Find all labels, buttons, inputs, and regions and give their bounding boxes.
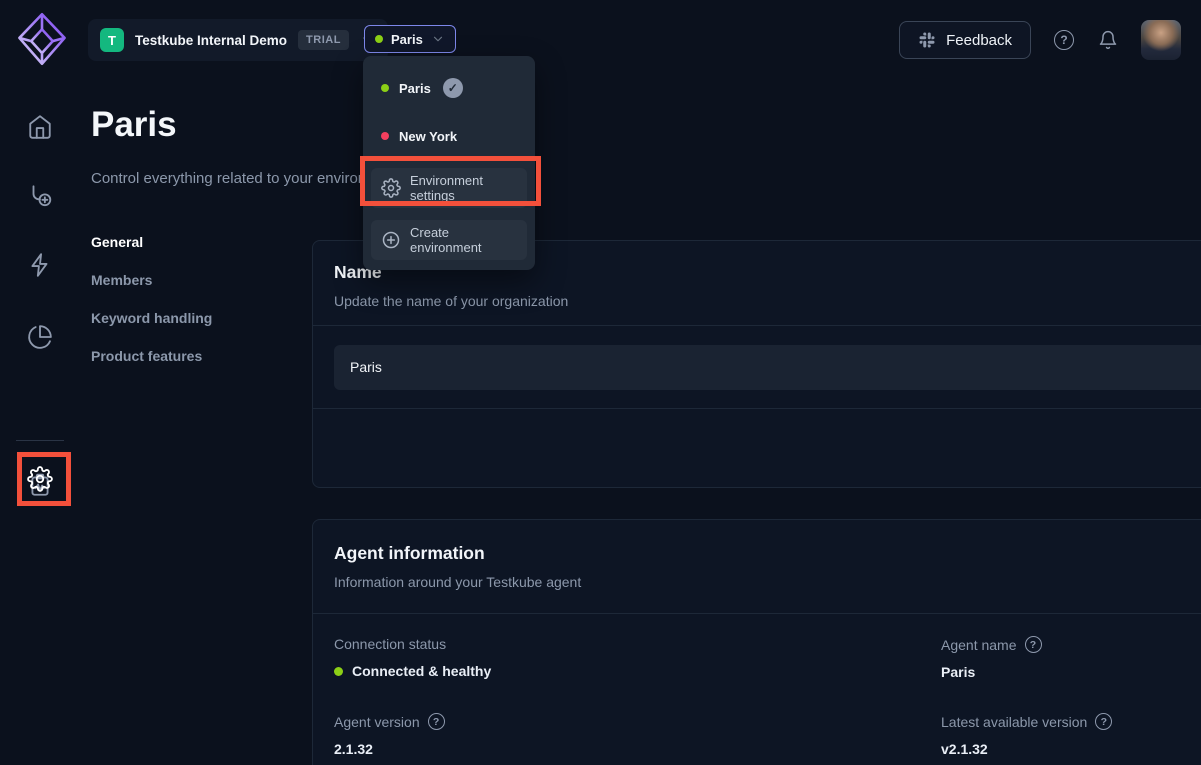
agent-card-title: Agent information	[334, 543, 1201, 564]
slack-icon	[918, 31, 936, 49]
name-card-footer	[313, 409, 1201, 487]
sidebar-nav	[0, 80, 80, 765]
trial-badge: TRIAL	[298, 30, 349, 50]
sidebar-item-triggers[interactable]	[27, 252, 53, 278]
top-bar: T Testkube Internal Demo TRIAL Paris Fee…	[0, 0, 1201, 80]
field-label: Agent version	[334, 714, 420, 730]
environment-settings-menu-item[interactable]: Environment settings	[371, 168, 527, 208]
env-option-paris[interactable]: Paris	[363, 64, 535, 112]
testkube-logo-icon[interactable]	[16, 11, 68, 67]
help-button[interactable]	[1053, 29, 1075, 51]
name-card-body	[313, 326, 1201, 409]
create-test-icon	[27, 183, 53, 209]
field-value: Connected & healthy	[352, 663, 491, 679]
environment-dropdown-menu: Paris New York Environment settings Crea…	[363, 56, 535, 270]
agent-card-body: Connection status Connected & healthy Ag…	[313, 614, 1201, 765]
env-status-dot-red	[381, 132, 389, 140]
page-subtitle: Control everything related to your envir…	[91, 170, 400, 187]
env-option-new-york[interactable]: New York	[363, 112, 535, 160]
testkube-dashboard: T Testkube Internal Demo TRIAL Paris Fee…	[0, 0, 1201, 765]
field-value: 2.1.32	[334, 741, 373, 757]
tab-product-features[interactable]: Product features	[91, 345, 212, 367]
sidebar-item-home[interactable]	[27, 114, 53, 140]
agent-card-header: Agent information Information around you…	[313, 520, 1201, 614]
create-environment-menu-item[interactable]: Create environment	[371, 220, 527, 260]
pie-chart-icon	[27, 324, 53, 350]
environment-selector-button[interactable]: Paris	[364, 25, 456, 53]
field-label: Agent name	[941, 637, 1017, 653]
lightning-icon	[27, 252, 53, 278]
org-selector[interactable]: T Testkube Internal Demo TRIAL	[88, 19, 388, 61]
chevron-down-icon	[431, 32, 445, 46]
name-card-subtitle: Update the name of your organization	[334, 293, 1201, 309]
help-icon[interactable]	[1025, 636, 1042, 653]
env-selected-label: Paris	[391, 32, 423, 47]
field-value: v2.1.32	[941, 741, 988, 757]
sidebar-item-settings[interactable]	[27, 466, 53, 492]
field-latest-available-version: Latest available version v2.1.32	[941, 713, 1201, 757]
env-status-dot-green	[381, 84, 389, 92]
agent-card-subtitle: Information around your Testkube agent	[334, 574, 1201, 590]
settings-gear-icon	[27, 466, 53, 492]
field-label: Latest available version	[941, 714, 1087, 730]
home-icon	[27, 114, 53, 140]
gear-icon	[381, 178, 401, 198]
agent-information-card: Agent information Information around you…	[312, 519, 1201, 765]
org-avatar: T	[100, 28, 124, 52]
field-agent-version: Agent version 2.1.32	[334, 713, 941, 757]
user-avatar[interactable]	[1141, 20, 1181, 60]
check-circle-icon	[443, 78, 463, 98]
bell-icon	[1098, 30, 1118, 50]
plus-circle-icon	[381, 230, 401, 250]
healthy-status-dot	[334, 667, 343, 676]
sidebar-item-insights[interactable]	[27, 324, 53, 350]
name-card: Name Update the name of your organizatio…	[312, 240, 1201, 488]
environment-name-input[interactable]	[334, 345, 1201, 390]
field-agent-name: Agent name Paris	[941, 636, 1201, 680]
topbar-actions: Feedback	[899, 0, 1181, 80]
tab-keyword-handling[interactable]: Keyword handling	[91, 307, 212, 329]
feedback-label: Feedback	[946, 32, 1012, 49]
tab-general[interactable]: General	[91, 231, 212, 253]
env-status-dot	[375, 35, 383, 43]
org-name: Testkube Internal Demo	[135, 33, 287, 48]
page-title: Paris	[91, 105, 177, 145]
field-label: Connection status	[334, 636, 446, 652]
notifications-button[interactable]	[1097, 29, 1119, 51]
sidebar-item-create-test[interactable]	[27, 183, 53, 209]
env-option-label: Paris	[399, 81, 431, 96]
tab-members[interactable]: Members	[91, 269, 212, 291]
field-connection-status: Connection status Connected & healthy	[334, 636, 941, 680]
help-icon[interactable]	[1095, 713, 1112, 730]
help-icon[interactable]	[428, 713, 445, 730]
field-value: Paris	[941, 664, 975, 680]
create-environment-label: Create environment	[410, 225, 517, 255]
env-option-label: New York	[399, 129, 457, 144]
sidebar-divider	[16, 440, 64, 441]
environment-settings-label: Environment settings	[410, 173, 517, 203]
settings-tabs: General Members Keyword handling Product…	[91, 231, 212, 367]
feedback-button[interactable]: Feedback	[899, 21, 1031, 59]
help-icon	[1054, 30, 1074, 50]
